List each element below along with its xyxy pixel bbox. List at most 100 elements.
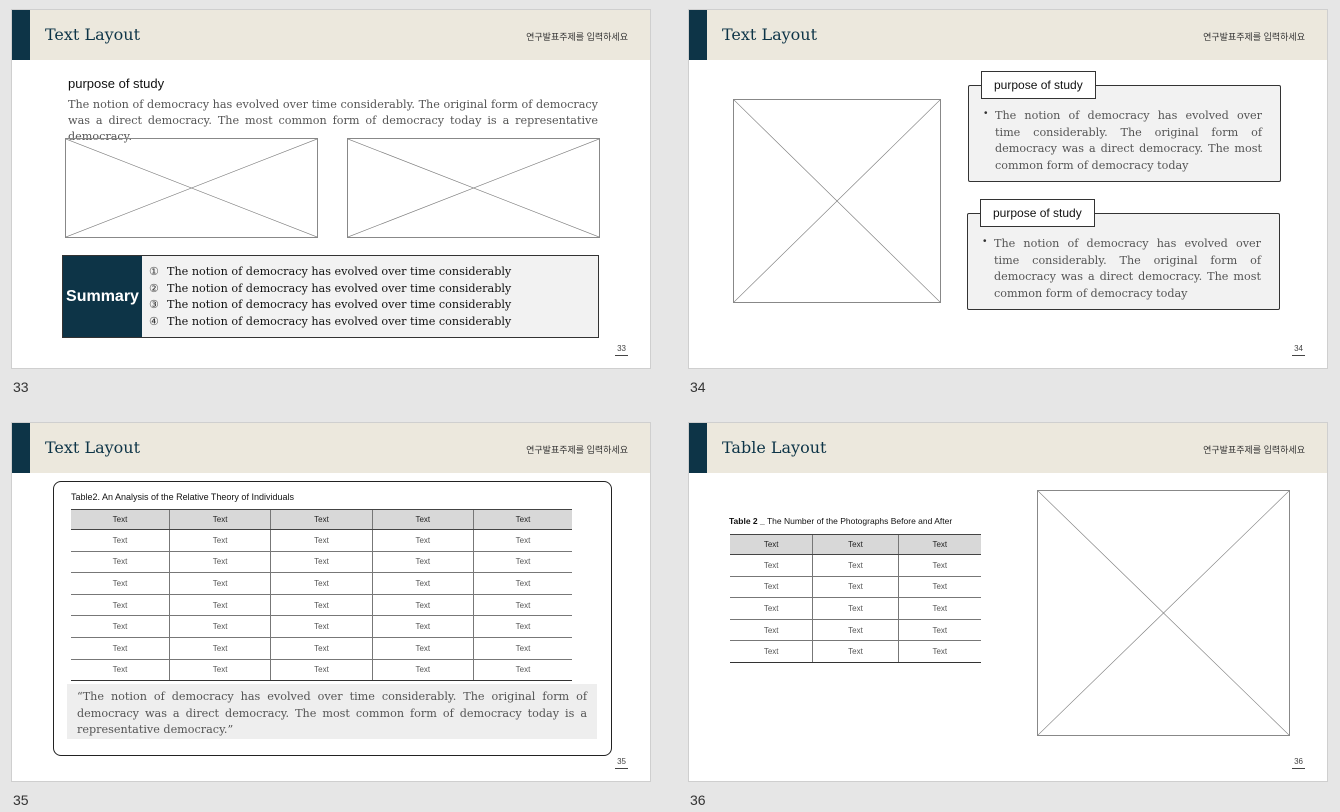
slide-title: Text Layout: [45, 438, 141, 457]
table-cell: Text: [168, 572, 271, 595]
summary-label: Summary: [63, 256, 142, 337]
summary-text: The notion of democracy has evolved over…: [167, 281, 512, 295]
slide-header: Text Layout 연구발표주제를 입력하세요: [689, 10, 1327, 60]
table-caption: Table2. An Analysis of the Relative Theo…: [71, 492, 294, 502]
table-cell: Text: [473, 529, 572, 552]
table-cell: Text: [270, 529, 373, 552]
table-caption: Table 2 _ The Number of the Photographs …: [729, 516, 952, 526]
image-placeholder-icon: [65, 138, 318, 238]
table-cell: Text: [730, 619, 813, 642]
summary-item: ④ The notion of democracy has evolved ove…: [149, 314, 511, 331]
table-row: Text Text Text: [730, 576, 981, 599]
column-header: Text: [371, 509, 474, 530]
column-header: Text: [270, 509, 373, 530]
table-row: Text Text Text Text Text: [71, 594, 572, 617]
slide-number-label: 33: [13, 379, 29, 395]
table-cell: Text: [168, 637, 271, 660]
table-row: Text Text Text Text Text: [71, 659, 572, 682]
table-cell: Text: [473, 551, 572, 574]
table-row: Text Text Text: [730, 597, 981, 620]
summary-item: ① The notion of democracy has evolved ove…: [149, 264, 511, 281]
table-cell: Text: [371, 659, 474, 682]
page-number: 35: [615, 757, 628, 769]
table-cell: Text: [730, 640, 813, 663]
bullet: •: [983, 236, 987, 247]
table-row: Text Text Text Text Text: [71, 637, 572, 660]
table-cell: Text: [71, 572, 170, 595]
table-cell: Text: [168, 529, 271, 552]
table-cell: Text: [897, 597, 981, 620]
header-subtitle: 연구발표주제를 입력하세요: [526, 32, 628, 42]
table-cell: Text: [71, 659, 170, 682]
summary-box: Summary ① The notion of democracy has evo…: [62, 255, 599, 338]
image-placeholder-icon: [733, 99, 941, 303]
column-header: Text: [812, 534, 899, 555]
table-cell: Text: [371, 551, 474, 574]
slide-number-label: 34: [690, 379, 706, 395]
table-cell: Text: [812, 597, 899, 620]
table-header-row: Text Text Text: [730, 534, 981, 555]
table-caption-prefix: Table 2 _: [729, 516, 765, 526]
section-heading: purpose of study: [68, 76, 165, 91]
header-accent-bar: [689, 10, 707, 60]
data-table: Text Text Text Text Text Text Text Text Text…: [730, 534, 981, 663]
summary-text: The notion of democracy has evolved over…: [167, 265, 512, 278]
table-cell: Text: [371, 615, 474, 638]
header-subtitle: 연구발표주제를 입력하세요: [1203, 32, 1305, 42]
slide-thumbnail-34[interactable]: Text Layout 연구발표주제를 입력하세요 purpose of stu…: [688, 9, 1328, 369]
table-cell: Text: [270, 572, 373, 595]
table-cell: Text: [71, 594, 170, 617]
summary-marker: ②: [149, 281, 160, 295]
slide-header: Text Layout 연구발표주제를 입력하세요: [12, 423, 650, 473]
table-caption-text: The Number of the Photographs Before and…: [766, 516, 953, 526]
table-cell: Text: [371, 637, 474, 660]
callout-tab: purpose of study: [981, 71, 1096, 99]
table-row: Text Text Text: [730, 640, 981, 663]
table-cell: Text: [270, 551, 373, 574]
header-accent-bar: [12, 10, 30, 60]
callout-box: purpose of study • The notion of democra…: [967, 199, 1280, 310]
table-cell: Text: [730, 554, 813, 577]
summary-marker: ③: [149, 298, 160, 312]
table-cell: Text: [371, 529, 474, 552]
table-cell: Text: [812, 576, 899, 599]
callout-text: The notion of democracy has evolved over…: [994, 237, 1261, 301]
slide-number-label: 36: [690, 792, 706, 808]
slide-thumbnail-35[interactable]: Text Layout 연구발표주제를 입력하세요 Table2. An Ana…: [11, 422, 651, 782]
table-cell: Text: [812, 640, 899, 663]
table-cell: Text: [812, 619, 899, 642]
column-header: Text: [897, 534, 981, 555]
header-subtitle: 연구발표주제를 입력하세요: [1203, 445, 1305, 455]
table-row: Text Text Text: [730, 619, 981, 642]
table-cell: Text: [270, 637, 373, 660]
table-row: Text Text Text Text Text: [71, 529, 572, 552]
table-cell: Text: [168, 551, 271, 574]
table-cell: Text: [730, 576, 813, 599]
table-cell: Text: [71, 615, 170, 638]
table-cell: Text: [473, 615, 572, 638]
table-header-row: Text Text Text Text Text: [71, 509, 572, 530]
table-cell: Text: [730, 597, 813, 620]
summary-list: ① The notion of democracy has evolved ove…: [149, 264, 511, 331]
table-row: Text Text Text: [730, 554, 981, 577]
table-cell: Text: [371, 594, 474, 617]
slide-header: Table Layout 연구발표주제를 입력하세요: [689, 423, 1327, 473]
table-cell: Text: [71, 551, 170, 574]
table-cell: Text: [270, 659, 373, 682]
slide-number-label: 35: [13, 792, 29, 808]
slide-thumbnail-33[interactable]: Text Layout 연구발표주제를 입력하세요 purpose of stu…: [11, 9, 651, 369]
header-accent-bar: [12, 423, 30, 473]
table-cell: Text: [71, 529, 170, 552]
table-cell: Text: [897, 554, 981, 577]
slide-thumbnail-36[interactable]: Table Layout 연구발표주제를 입력하세요 Table 2 _ The…: [688, 422, 1328, 782]
column-header: Text: [473, 509, 572, 530]
quote-box: “The notion of democracy has evolved ove…: [67, 684, 597, 739]
bullet: •: [984, 108, 988, 119]
slide-title: Text Layout: [45, 25, 141, 44]
image-placeholder-icon: [347, 138, 600, 238]
table-cell: Text: [473, 659, 572, 682]
slide-title: Text Layout: [722, 25, 818, 44]
callout-box: purpose of study • The notion of democra…: [968, 71, 1281, 182]
table-cell: Text: [371, 572, 474, 595]
summary-marker: ①: [149, 265, 160, 278]
